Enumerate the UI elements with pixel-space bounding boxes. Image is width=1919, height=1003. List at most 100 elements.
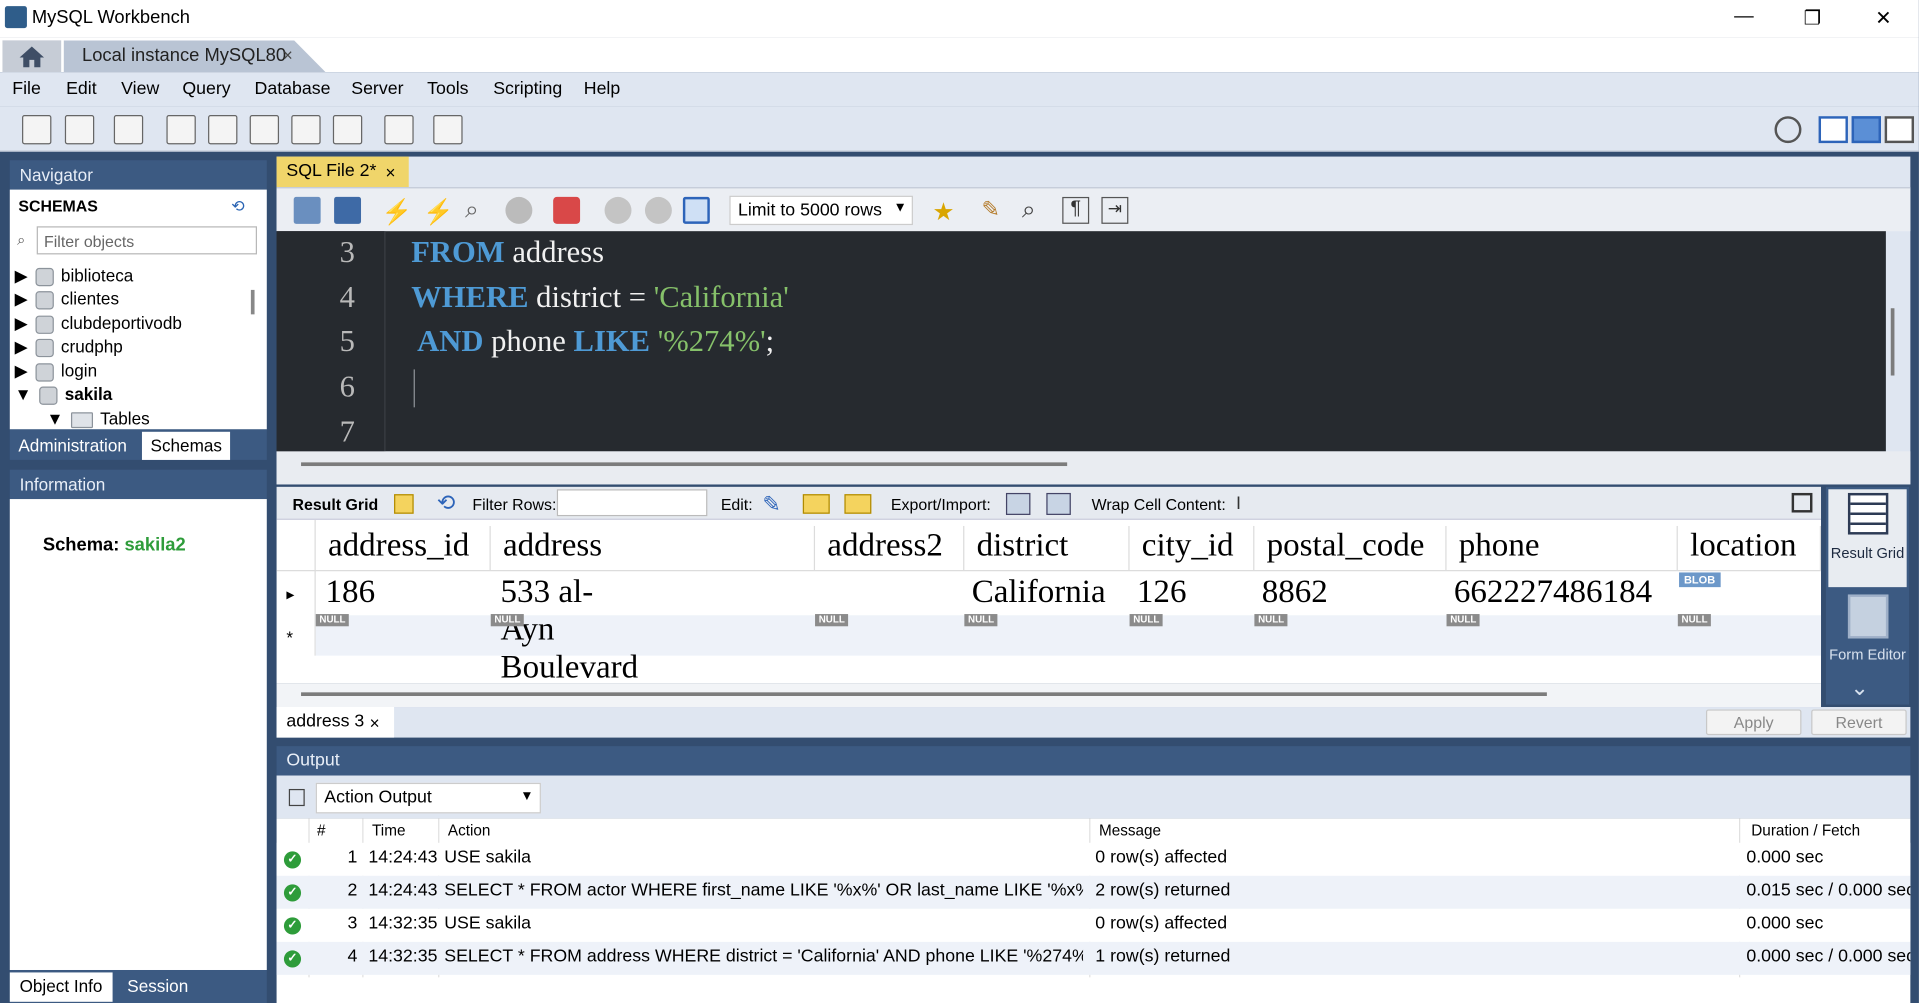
grid-horizontal-scrollbar[interactable] [301, 692, 1547, 697]
commit-icon[interactable] [604, 196, 632, 224]
stop-icon[interactable] [505, 196, 533, 224]
apply-button[interactable]: Apply [1705, 709, 1802, 736]
menu-view[interactable]: View [121, 80, 159, 100]
code-line[interactable]: WHERE district = 'California' [411, 281, 789, 315]
col-header-time[interactable]: Time [372, 822, 405, 839]
invisible-chars-icon[interactable]: ¶ [1062, 196, 1090, 224]
expand-arrow-icon[interactable]: ▶ [15, 265, 28, 285]
refresh-schemas-icon[interactable]: ⟲ [231, 197, 244, 217]
editor-horizontal-scrollbar[interactable] [301, 462, 1068, 467]
create-schema-icon[interactable] [166, 114, 196, 145]
copy-icon[interactable] [288, 788, 305, 807]
col-header-duration[interactable]: Duration / Fetch [1751, 822, 1860, 839]
code-line[interactable]: FROM address [411, 236, 604, 270]
menu-help[interactable]: Help [584, 80, 621, 100]
schema-item-login[interactable]: ▶ login [15, 361, 97, 384]
navigator-scrollbar[interactable] [250, 289, 255, 315]
column-header-address-id[interactable]: address_id [316, 525, 491, 571]
tables-node[interactable]: ▼ Tables [47, 409, 150, 432]
expand-arrow-icon[interactable]: ▶ [15, 313, 28, 333]
tab-schemas[interactable]: Schemas [141, 431, 231, 460]
menu-edit[interactable]: Edit [66, 80, 97, 100]
edit-row-icon[interactable]: ✎ [762, 492, 780, 518]
find-icon[interactable]: ⌕ [1022, 197, 1049, 224]
beautify-icon[interactable]: ✎ [981, 197, 1008, 224]
sql-tab-close-icon[interactable]: × [385, 163, 395, 183]
delete-row-icon[interactable] [844, 494, 872, 514]
column-header-location[interactable]: location [1678, 525, 1822, 571]
grid-cell[interactable]: California [962, 572, 1106, 610]
schema-item-crudphp[interactable]: ▶ crudphp [15, 336, 123, 359]
save-icon[interactable] [334, 196, 362, 224]
tab-session[interactable]: Session [117, 972, 198, 1001]
schema-item-sakila[interactable]: ▼ sakila [15, 384, 112, 407]
menu-tools[interactable]: Tools [427, 80, 468, 100]
form-editor-icon[interactable] [1847, 594, 1889, 639]
grid-cell[interactable]: 126 [1127, 572, 1187, 610]
column-header-address2[interactable]: address2 [815, 525, 965, 571]
toggle-sidebar-icon[interactable] [1818, 116, 1848, 144]
schema-item-biblioteca[interactable]: ▶ biblioteca [15, 265, 133, 288]
home-tab[interactable] [2, 40, 62, 73]
collapse-arrow-icon[interactable]: ▼ [47, 409, 64, 429]
toggle-panel-icon[interactable] [1791, 492, 1813, 513]
form-editor-button-label[interactable]: Form Editor [1828, 647, 1906, 662]
result-tab-close-icon[interactable]: × [370, 713, 380, 733]
create-view-icon[interactable] [249, 114, 280, 145]
grid-view-icon[interactable] [394, 494, 414, 514]
grid-cell[interactable]: 8862 [1252, 572, 1328, 610]
create-function-icon[interactable] [332, 114, 363, 145]
open-file-icon[interactable] [293, 196, 321, 224]
wrap-cell-icon[interactable]: Ⅰ [1236, 493, 1241, 514]
minimize-button[interactable]: — [1719, 6, 1768, 28]
code-line[interactable]: AND phone LIKE '%274%'; [411, 325, 774, 359]
filter-objects-input[interactable]: Filter objects [36, 226, 257, 255]
close-button[interactable]: ✕ [1859, 6, 1908, 30]
add-snippet-icon[interactable]: ★ [933, 197, 960, 226]
word-wrap-icon[interactable]: ⇥ [1101, 196, 1129, 224]
create-table-icon[interactable] [208, 114, 238, 145]
column-header-city-id[interactable]: city_id [1130, 525, 1255, 571]
grid-cell[interactable]: 186 [316, 572, 376, 610]
col-header-action[interactable]: Action [448, 822, 491, 839]
grid-cell[interactable]: 662227486184 [1444, 572, 1652, 610]
revert-button[interactable]: Revert [1811, 709, 1907, 736]
search-table-data-icon[interactable] [384, 114, 414, 145]
collapse-arrow-icon[interactable]: ▼ [15, 384, 32, 404]
refresh-results-icon[interactable]: ⟲ [437, 491, 455, 517]
filter-rows-input[interactable] [556, 489, 708, 517]
col-header-number[interactable]: # [317, 822, 326, 839]
expand-arrow-icon[interactable]: ▶ [15, 361, 28, 381]
create-procedure-icon[interactable] [291, 114, 321, 145]
auto-commit-icon[interactable] [682, 196, 710, 224]
restore-button[interactable]: ❐ [1788, 6, 1837, 30]
editor-vertical-scrollbar[interactable] [1890, 308, 1895, 376]
inspector-icon[interactable] [113, 114, 144, 145]
settings-icon[interactable] [1774, 116, 1802, 144]
insert-row-icon[interactable] [802, 494, 830, 514]
tab-object-info[interactable]: Object Info [9, 972, 113, 1002]
limit-rows-select[interactable]: Limit to 5000 rows ▼ [729, 195, 913, 226]
connection-tab-close-icon[interactable]: × [283, 45, 293, 65]
rollback-icon[interactable] [644, 196, 672, 224]
export-icon[interactable] [1005, 492, 1031, 515]
grid-cell[interactable]: 533 al-Ayn Boulevard [491, 572, 639, 686]
schema-item-clientes[interactable]: ▶ clientes [15, 289, 119, 312]
open-sql-script-icon[interactable] [64, 114, 95, 145]
column-header-postal-code[interactable]: postal_code [1254, 525, 1447, 571]
menu-scripting[interactable]: Scripting [493, 80, 562, 100]
col-header-message[interactable]: Message [1099, 822, 1161, 839]
expand-arrow-icon[interactable]: ▶ [15, 336, 28, 356]
toggle-output-icon[interactable] [1851, 116, 1881, 144]
menu-query[interactable]: Query [182, 80, 230, 100]
new-sql-tab-icon[interactable] [22, 114, 52, 145]
menu-database[interactable]: Database [255, 80, 331, 100]
menu-server[interactable]: Server [351, 80, 403, 100]
explain-icon[interactable]: ⌕ [465, 197, 492, 224]
column-header-district[interactable]: district [964, 525, 1130, 571]
toggle-continue-on-error-icon[interactable] [553, 196, 581, 224]
toggle-secondary-sidebar-icon[interactable] [1884, 116, 1915, 144]
chevron-down-icon[interactable]: ⌄ [1850, 675, 1868, 701]
output-type-select[interactable]: Action Output ▼ [315, 782, 541, 814]
schema-item-clubdeportivodb[interactable]: ▶ clubdeportivodb [15, 313, 182, 336]
